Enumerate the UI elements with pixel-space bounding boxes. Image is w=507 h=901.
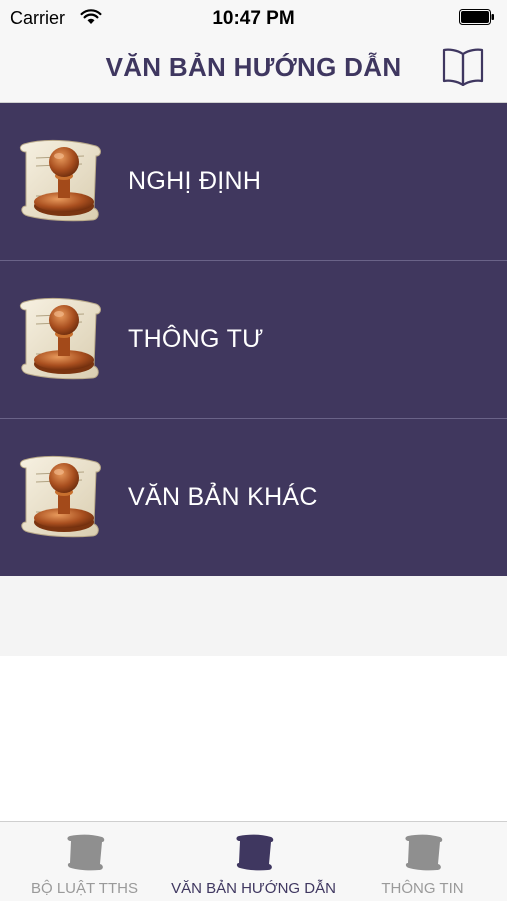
scroll-icon [405, 834, 443, 871]
tab-label: THÔNG TIN [381, 880, 464, 897]
list-item-nghi-dinh[interactable]: NGHỊ ĐỊNH [0, 103, 507, 261]
book-icon[interactable] [441, 46, 485, 86]
stamp-scroll-icon [19, 455, 101, 538]
stamp-scroll-icon [19, 139, 101, 222]
scroll-icon [67, 834, 105, 871]
list-item-thong-tu[interactable]: THÔNG TƯ [0, 261, 507, 419]
list-item-label: NGHỊ ĐỊNH [128, 167, 262, 195]
page-title: VĂN BẢN HƯỚNG DẪN [105, 52, 402, 82]
battery-icon [459, 9, 494, 25]
tab-thong-tin[interactable]: THÔNG TIN [338, 822, 507, 901]
tab-label: VĂN BẢN HƯỚNG DẪN [171, 880, 336, 897]
tab-bo-luat-tths[interactable]: BỘ LUẬT TTHS [0, 822, 169, 901]
list-footer-band [0, 576, 507, 656]
status-bar: Carrier 10:47 PM [0, 0, 507, 36]
list-item-van-ban-khac[interactable]: VĂN BẢN KHÁC [0, 419, 507, 577]
document-category-list: NGHỊ ĐỊNH THÔNG TƯ VĂN BẢN KHÁC [0, 103, 507, 577]
scroll-icon [236, 834, 274, 871]
navigation-bar: VĂN BẢN HƯỚNG DẪN [0, 36, 507, 103]
tab-bar: BỘ LUẬT TTHS VĂN BẢN HƯỚNG DẪN THÔNG TIN [0, 821, 507, 901]
list-item-label: VĂN BẢN KHÁC [128, 483, 318, 511]
status-time: 10:47 PM [212, 8, 295, 29]
tab-label: BỘ LUẬT TTHS [31, 880, 138, 897]
stamp-scroll-icon [19, 297, 101, 380]
list-item-label: THÔNG TƯ [128, 325, 264, 353]
tab-van-ban-huong-dan[interactable]: VĂN BẢN HƯỚNG DẪN [169, 822, 338, 901]
